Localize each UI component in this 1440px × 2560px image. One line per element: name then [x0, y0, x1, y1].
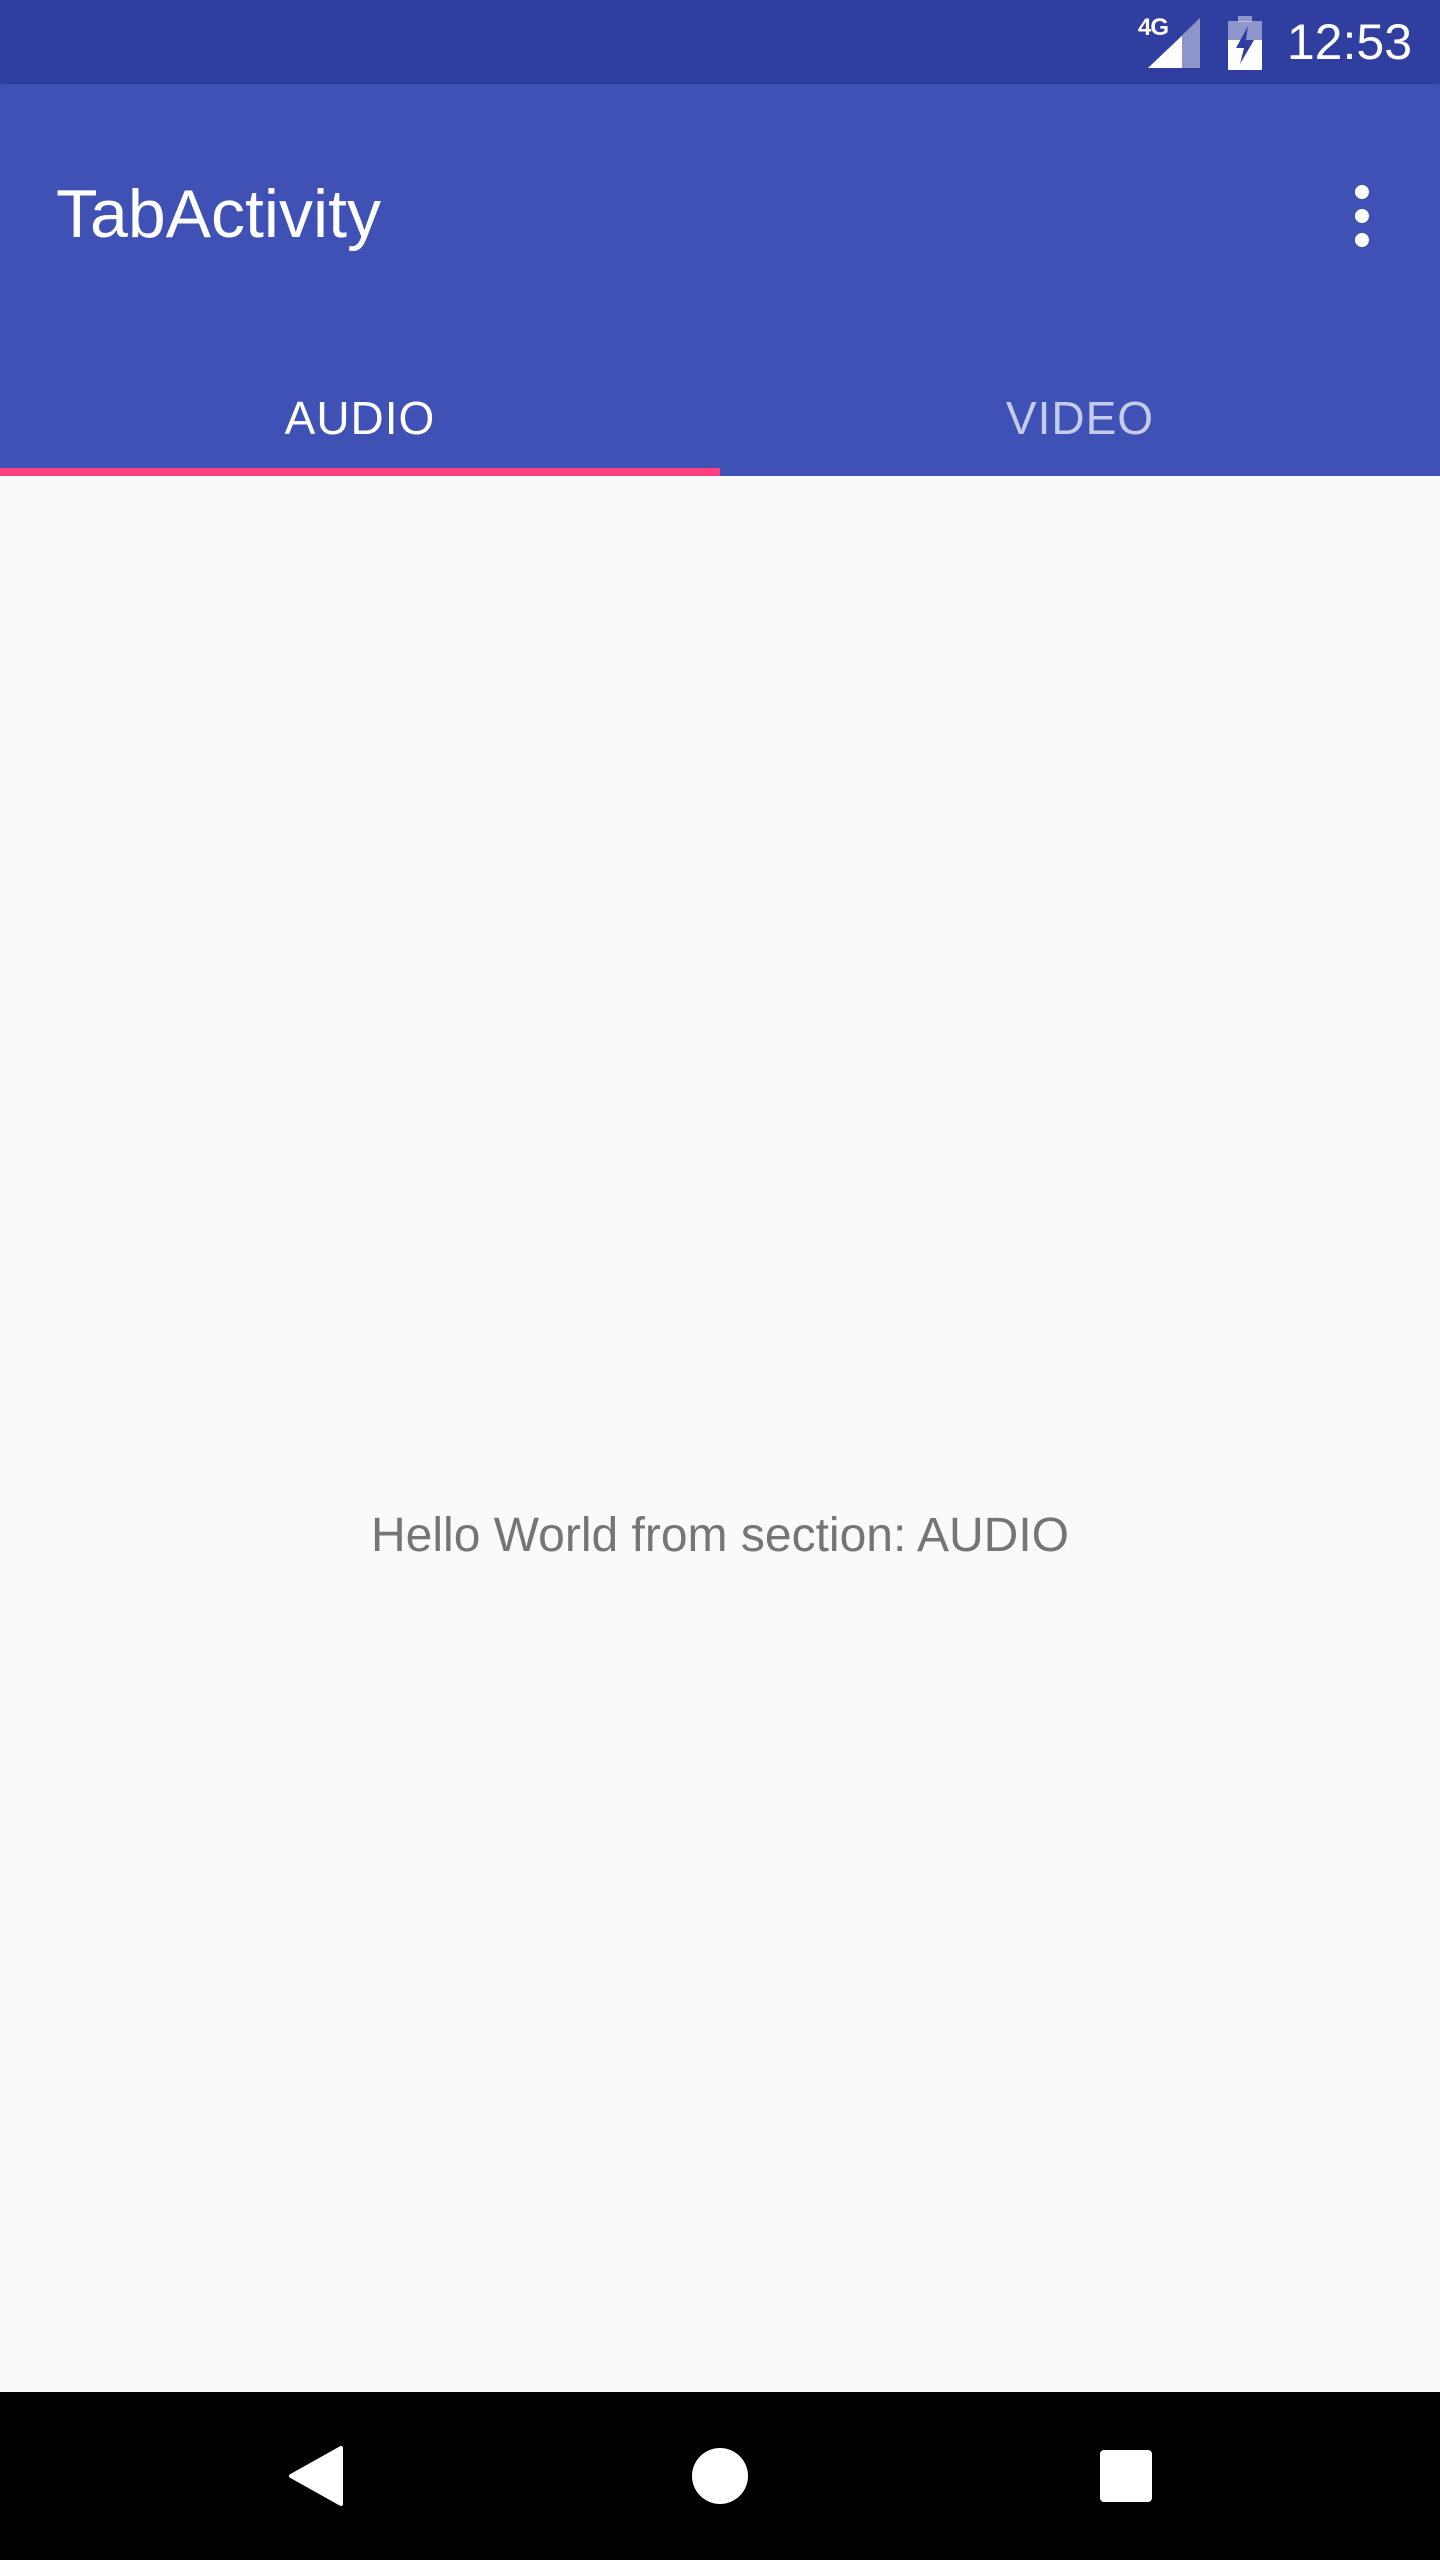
- battery-charging-icon: [1228, 16, 1262, 70]
- status-bar: 4G 12:53: [0, 0, 1440, 84]
- back-icon: [289, 2446, 343, 2506]
- clock: 12:53: [1286, 14, 1412, 70]
- app-title: TabActivity: [56, 176, 381, 252]
- overflow-menu-dot: [1355, 185, 1369, 199]
- content-area: Hello World from section: AUDIO: [0, 476, 1440, 2392]
- tab-audio-label: AUDIO: [284, 392, 436, 444]
- overflow-menu-dot: [1355, 209, 1369, 223]
- tab-bar: AUDIO VIDEO: [0, 360, 1440, 476]
- app-bar: TabActivity AUDIO VIDEO: [0, 84, 1440, 476]
- home-icon: [692, 2448, 748, 2504]
- navigation-bar: [0, 2392, 1440, 2560]
- tab-video[interactable]: VIDEO: [720, 360, 1440, 476]
- screen: 4G 12:53 TabActivity AUDIO VIDEO Hello W…: [0, 0, 1440, 2560]
- back-button[interactable]: [216, 2392, 416, 2560]
- signal-icon: [1148, 18, 1200, 68]
- recents-button[interactable]: [1026, 2392, 1226, 2560]
- overflow-menu-dot: [1355, 233, 1369, 247]
- tab-indicator: [0, 468, 720, 476]
- overflow-menu-icon[interactable]: [1330, 164, 1394, 268]
- tab-audio[interactable]: AUDIO: [0, 360, 720, 476]
- recents-icon: [1100, 2450, 1152, 2502]
- section-text: Hello World from section: AUDIO: [371, 1509, 1069, 1562]
- tab-video-label: VIDEO: [1005, 392, 1155, 444]
- home-button[interactable]: [620, 2392, 820, 2560]
